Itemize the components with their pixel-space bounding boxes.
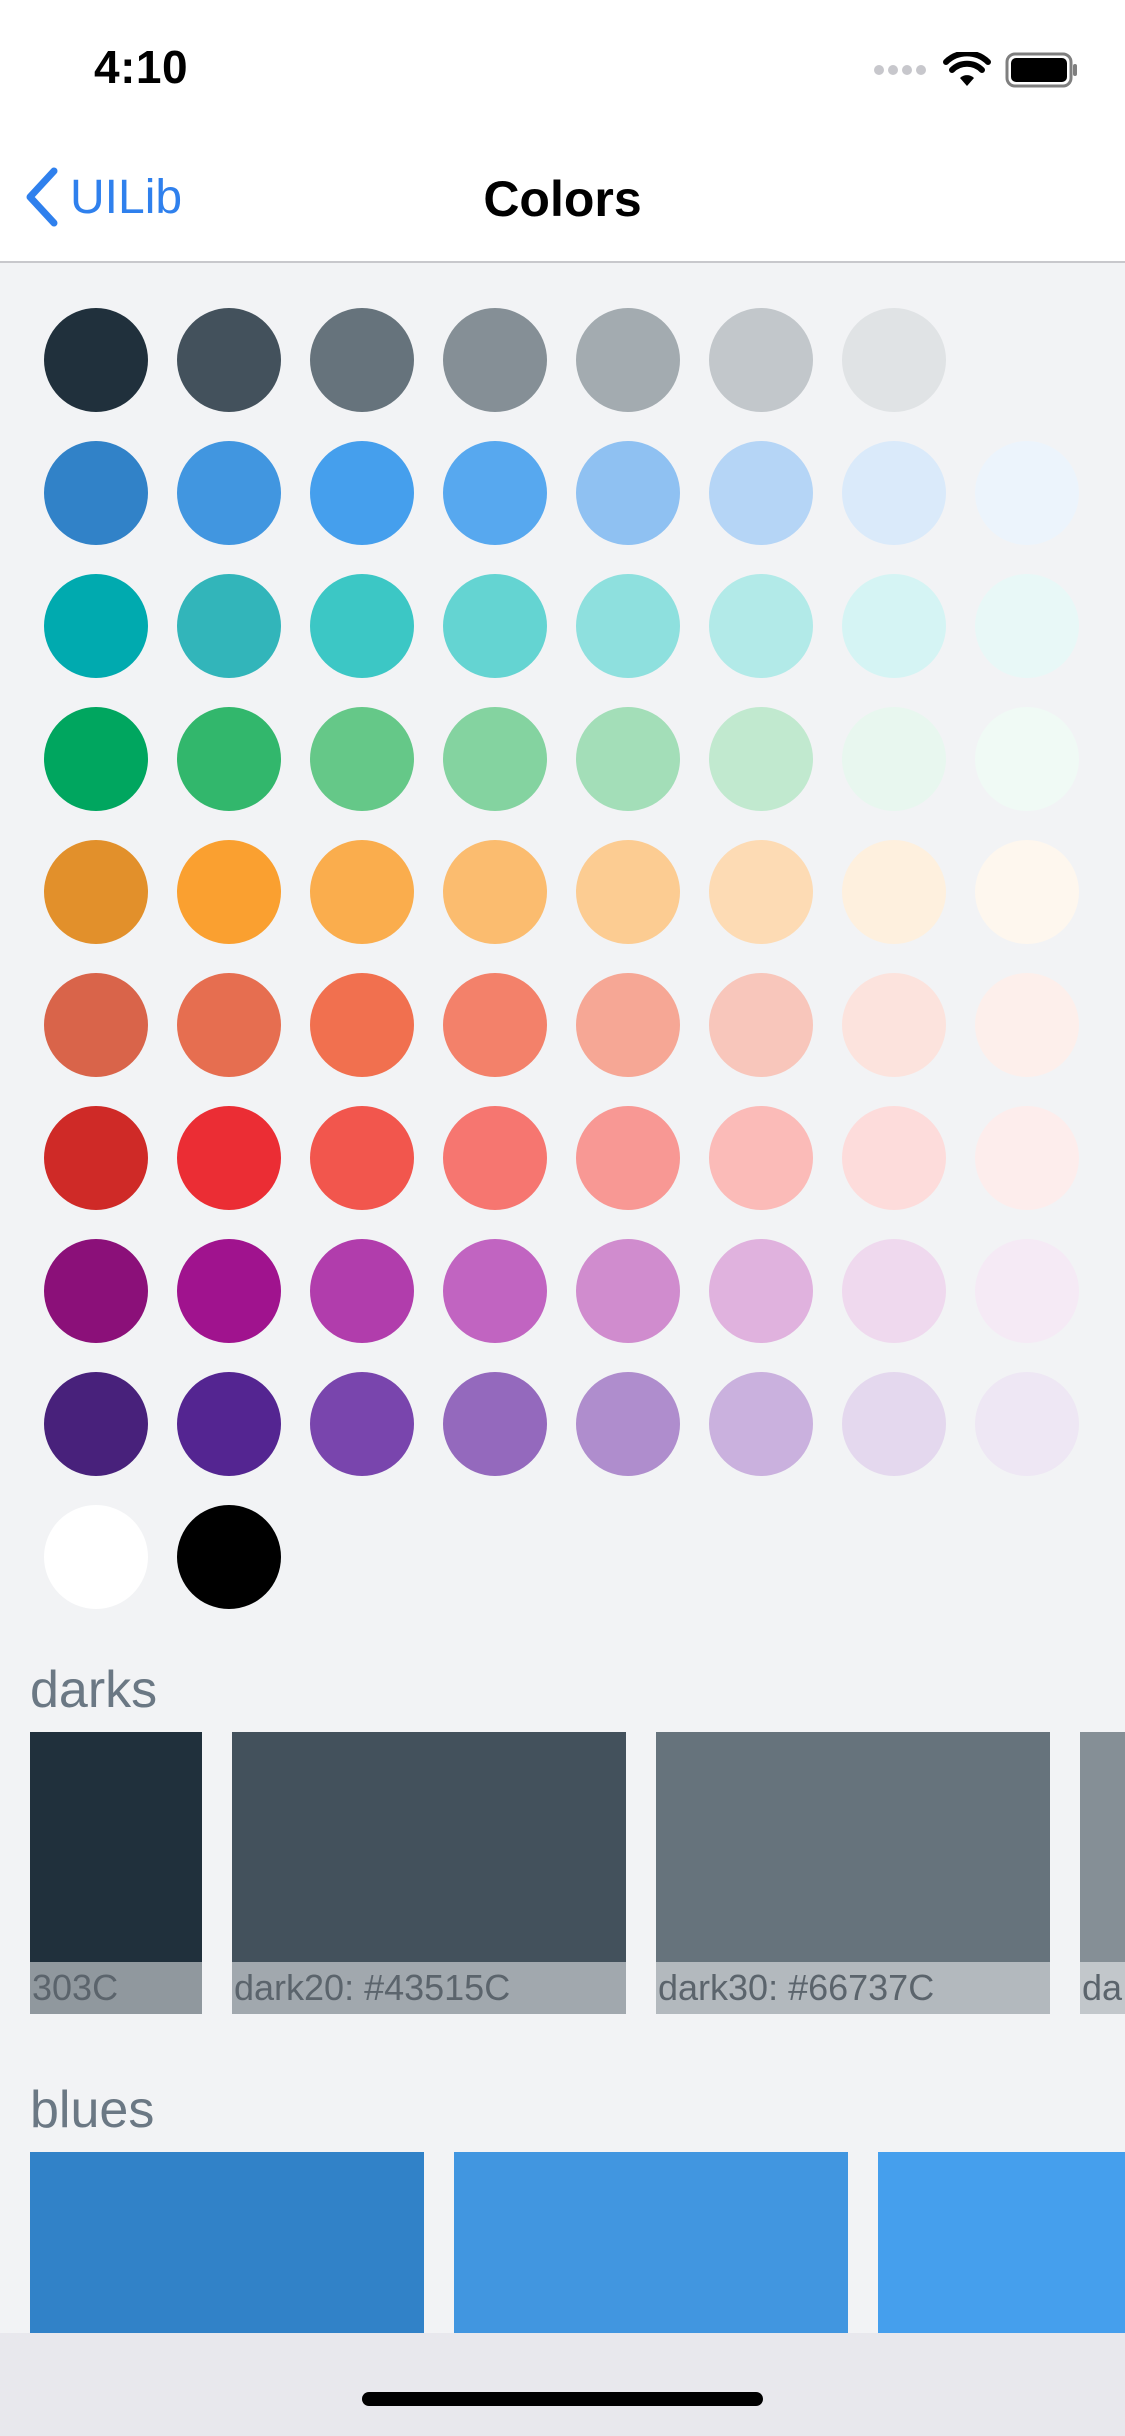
color-dot[interactable]: [709, 1106, 813, 1210]
color-dot[interactable]: [709, 1372, 813, 1476]
color-dot[interactable]: [443, 1372, 547, 1476]
color-dot[interactable]: [842, 973, 946, 1077]
color-swatch[interactable]: 303C: [30, 1732, 202, 2014]
color-dot[interactable]: [842, 441, 946, 545]
color-dot[interactable]: [177, 840, 281, 944]
color-swatch[interactable]: [878, 2152, 1125, 2333]
color-dot[interactable]: [975, 1106, 1079, 1210]
color-dot[interactable]: [310, 1239, 414, 1343]
color-dot[interactable]: [576, 1239, 680, 1343]
color-dot[interactable]: [975, 1239, 1079, 1343]
color-dot[interactable]: [975, 840, 1079, 944]
color-dot[interactable]: [443, 574, 547, 678]
home-indicator: [362, 2392, 763, 2406]
color-dot[interactable]: [576, 973, 680, 1077]
color-dot[interactable]: [709, 308, 813, 412]
color-dot[interactable]: [310, 441, 414, 545]
home-indicator-area: [0, 2333, 1125, 2436]
color-dot[interactable]: [443, 707, 547, 811]
color-dot[interactable]: [576, 441, 680, 545]
color-dot[interactable]: [44, 840, 148, 944]
color-dot[interactable]: [443, 840, 547, 944]
color-palette-grid: [0, 263, 1125, 1643]
swatch-row[interactable]: 303C dark20: #43515C dark30: #66737C da: [0, 1732, 1125, 2014]
swatch-row[interactable]: [0, 2152, 1125, 2333]
color-dot[interactable]: [975, 574, 1079, 678]
color-dot[interactable]: [709, 707, 813, 811]
status-icons: [873, 48, 1079, 92]
color-dot[interactable]: [310, 707, 414, 811]
color-dot[interactable]: [44, 1372, 148, 1476]
color-dot[interactable]: [177, 1505, 281, 1609]
color-dot[interactable]: [576, 840, 680, 944]
color-dot[interactable]: [44, 1239, 148, 1343]
color-swatch[interactable]: dark30: #66737C: [656, 1732, 1050, 2014]
color-swatch[interactable]: [30, 2152, 424, 2333]
signal-dots-icon: [874, 65, 926, 75]
color-dot[interactable]: [44, 973, 148, 1077]
swatch-label: dark30: #66737C: [656, 1962, 1050, 2014]
color-dot[interactable]: [576, 574, 680, 678]
color-dot[interactable]: [842, 1372, 946, 1476]
status-bar: 4:10: [0, 0, 1125, 132]
color-dot[interactable]: [44, 1106, 148, 1210]
color-dot[interactable]: [177, 1239, 281, 1343]
color-dot[interactable]: [842, 1239, 946, 1343]
color-dot[interactable]: [576, 1106, 680, 1210]
color-dot[interactable]: [310, 574, 414, 678]
color-dot[interactable]: [443, 1239, 547, 1343]
status-time: 4:10: [94, 41, 189, 93]
color-dot[interactable]: [576, 308, 680, 412]
color-dot[interactable]: [842, 707, 946, 811]
color-dot[interactable]: [177, 973, 281, 1077]
color-dot[interactable]: [842, 574, 946, 678]
color-dot[interactable]: [310, 308, 414, 412]
color-dot[interactable]: [709, 973, 813, 1077]
color-dot[interactable]: [310, 973, 414, 1077]
color-dot[interactable]: [177, 1106, 281, 1210]
color-dot[interactable]: [443, 973, 547, 1077]
color-dot[interactable]: [709, 840, 813, 944]
color-dot[interactable]: [842, 1106, 946, 1210]
color-dot[interactable]: [44, 1505, 148, 1609]
swatch-label: 303C: [30, 1962, 202, 2014]
color-dot[interactable]: [576, 1372, 680, 1476]
color-dot[interactable]: [443, 441, 547, 545]
color-dot[interactable]: [44, 707, 148, 811]
color-dot[interactable]: [177, 308, 281, 412]
color-dot[interactable]: [709, 1239, 813, 1343]
color-dot[interactable]: [44, 574, 148, 678]
navigation-bar: UILib Colors: [0, 132, 1125, 263]
swatch-label: dark20: #43515C: [232, 1962, 626, 2014]
color-dot[interactable]: [443, 308, 547, 412]
color-dot[interactable]: [177, 1372, 281, 1476]
color-dot[interactable]: [44, 308, 148, 412]
section-title: darks: [30, 1661, 158, 1719]
color-dot[interactable]: [842, 308, 946, 412]
color-dot[interactable]: [975, 1372, 1079, 1476]
color-dot[interactable]: [177, 707, 281, 811]
page-title: Colors: [483, 171, 642, 227]
color-dot[interactable]: [44, 441, 148, 545]
section-title: blues: [30, 2081, 155, 2139]
wifi-icon: [943, 52, 991, 86]
color-dot[interactable]: [177, 441, 281, 545]
color-dot[interactable]: [975, 973, 1079, 1077]
color-dot[interactable]: [310, 1372, 414, 1476]
color-dot[interactable]: [842, 840, 946, 944]
color-dot[interactable]: [443, 1106, 547, 1210]
color-dot[interactable]: [310, 840, 414, 944]
color-dot[interactable]: [975, 707, 1079, 811]
battery-icon: [1005, 52, 1077, 88]
color-dot[interactable]: [310, 1106, 414, 1210]
color-dot[interactable]: [975, 441, 1079, 545]
color-swatch[interactable]: [454, 2152, 848, 2333]
color-swatch[interactable]: dark20: #43515C: [232, 1732, 626, 2014]
color-dot[interactable]: [576, 707, 680, 811]
color-dot[interactable]: [709, 441, 813, 545]
color-dot[interactable]: [177, 574, 281, 678]
color-dot[interactable]: [709, 574, 813, 678]
swatch-label: da: [1080, 1962, 1125, 2014]
color-swatch[interactable]: da: [1080, 1732, 1125, 2014]
